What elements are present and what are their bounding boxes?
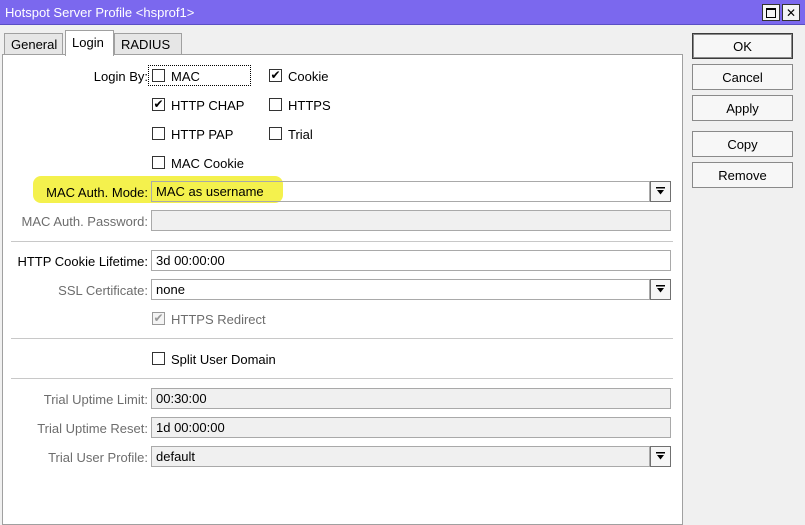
https-checkbox[interactable] bbox=[269, 98, 282, 111]
ssl-certificate-select[interactable]: none bbox=[151, 279, 650, 300]
mac-cookie-checkbox-label: MAC Cookie bbox=[171, 156, 244, 171]
maximize-icon[interactable] bbox=[762, 4, 780, 21]
trial-uptime-reset-label: Trial Uptime Reset: bbox=[37, 421, 148, 436]
cookie-checkbox-label: Cookie bbox=[288, 69, 329, 84]
login-panel: Login By: MAC ✔ Cookie ✔ HTTP CHAP HTTPS… bbox=[2, 54, 683, 525]
trial-checkbox-label: Trial bbox=[288, 127, 313, 142]
http-cookie-lifetime-field[interactable]: 3d 00:00:00 bbox=[151, 250, 671, 271]
https-checkbox-label: HTTPS bbox=[288, 98, 331, 113]
trial-uptime-limit-field[interactable]: 00:30:00 bbox=[151, 388, 671, 409]
https-redirect-label: HTTPS Redirect bbox=[171, 312, 266, 327]
apply-button[interactable]: Apply bbox=[692, 95, 793, 121]
trial-user-profile-label: Trial User Profile: bbox=[48, 450, 148, 465]
tab-radius[interactable]: RADIUS bbox=[114, 33, 182, 55]
window-title: Hotspot Server Profile <hsprof1> bbox=[5, 5, 195, 20]
close-icon[interactable]: ✕ bbox=[782, 4, 800, 21]
cookie-checkbox[interactable]: ✔ bbox=[269, 69, 282, 82]
split-user-domain-checkbox[interactable] bbox=[152, 352, 165, 365]
mac-auth-mode-label: MAC Auth. Mode: bbox=[46, 185, 148, 200]
chevron-down-icon[interactable] bbox=[650, 279, 671, 300]
http-pap-checkbox-label: HTTP PAP bbox=[171, 127, 234, 142]
tab-general[interactable]: General bbox=[4, 33, 63, 55]
mac-auth-mode-select[interactable]: MAC as username bbox=[151, 181, 650, 202]
divider bbox=[11, 338, 673, 339]
mac-cookie-checkbox[interactable] bbox=[152, 156, 165, 169]
split-user-domain-label: Split User Domain bbox=[171, 352, 276, 367]
http-cookie-lifetime-label: HTTP Cookie Lifetime: bbox=[17, 254, 148, 269]
remove-button[interactable]: Remove bbox=[692, 162, 793, 188]
https-redirect-checkbox[interactable]: ✔ bbox=[152, 312, 165, 325]
mac-checkbox-label: MAC bbox=[171, 69, 200, 84]
mac-auth-password-field[interactable] bbox=[151, 210, 671, 231]
trial-user-profile-select[interactable]: default bbox=[151, 446, 650, 467]
copy-button[interactable]: Copy bbox=[692, 131, 793, 157]
cancel-button[interactable]: Cancel bbox=[692, 64, 793, 90]
http-pap-checkbox[interactable] bbox=[152, 127, 165, 140]
divider bbox=[11, 241, 673, 242]
trial-checkbox[interactable] bbox=[269, 127, 282, 140]
login-by-label: Login By: bbox=[93, 69, 148, 84]
divider bbox=[11, 378, 673, 379]
ok-button[interactable]: OK bbox=[692, 33, 793, 59]
http-chap-checkbox[interactable]: ✔ bbox=[152, 98, 165, 111]
http-chap-checkbox-label: HTTP CHAP bbox=[171, 98, 245, 113]
chevron-down-icon[interactable] bbox=[650, 446, 671, 467]
title-bar: Hotspot Server Profile <hsprof1> ✕ bbox=[0, 0, 805, 25]
mac-auth-password-label: MAC Auth. Password: bbox=[21, 214, 148, 229]
tab-login[interactable]: Login bbox=[65, 30, 114, 56]
trial-uptime-limit-label: Trial Uptime Limit: bbox=[43, 392, 148, 407]
trial-uptime-reset-field[interactable]: 1d 00:00:00 bbox=[151, 417, 671, 438]
chevron-down-icon[interactable] bbox=[650, 181, 671, 202]
mac-checkbox[interactable] bbox=[152, 69, 165, 82]
ssl-certificate-label: SSL Certificate: bbox=[58, 283, 148, 298]
